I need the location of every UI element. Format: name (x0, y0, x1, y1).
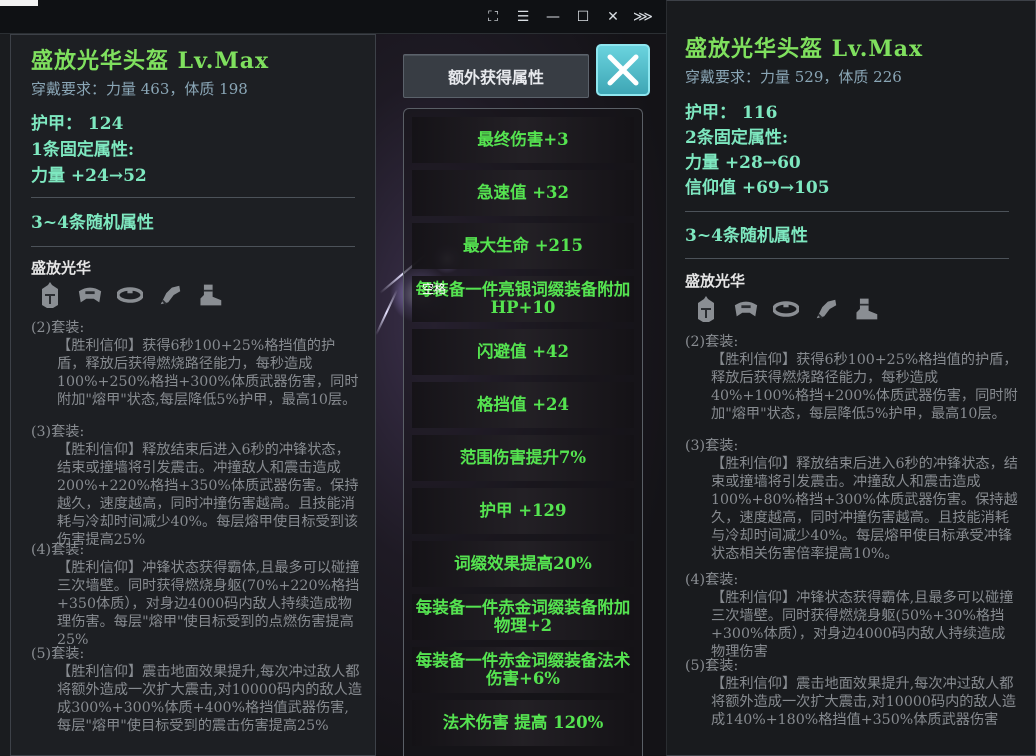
maximize-icon[interactable]: ☐ (570, 6, 596, 28)
minimize-icon[interactable]: — (540, 6, 566, 28)
close-icon (607, 54, 639, 86)
set-bonus-label: (2)套装: (685, 334, 739, 350)
set-bonus-3: (3)套装: 【胜利信仰】释放结束后进入6秒的冲锋状态，结束或撞墙将引发震击。冲… (31, 423, 363, 549)
attribute-item: 最终伤害+3 (412, 117, 634, 163)
set-bonus-text: 【胜利信仰】获得6秒100+25%格挡值的护盾，释放后获得燃烧路径能力，每秒造成… (57, 338, 359, 408)
item-requirement: 穿戴要求：力量 463，体质 198 (31, 80, 248, 98)
set-bonus-label: (4)套装: (685, 572, 739, 588)
extra-attributes-list[interactable]: 最终伤害+3 急速值 +32 最大生命 +215 每装备一件亮银词缀装备附加HP… (403, 108, 643, 756)
set-name: 盛放光华 (31, 259, 92, 277)
close-button[interactable] (596, 44, 650, 96)
armor-stat: 护甲： 124 (31, 114, 124, 134)
gauntlet-icon (157, 281, 183, 309)
set-bonus-5: (5)套装: 【胜利信仰】震击地面效果提升,每次冲过敌人都将额外造成一次扩大震击… (685, 657, 1019, 729)
set-bonus-2: (2)套装: 【胜利信仰】获得6秒100+25%格挡值的护盾，释放后获得燃烧路径… (685, 333, 1019, 423)
item-requirement: 穿戴要求：力量 529，体质 226 (685, 68, 902, 86)
set-bonus-label: (3)套装: (685, 438, 739, 454)
close-window-icon[interactable]: ✕ (600, 6, 626, 28)
set-bonus-4: (4)套装: 【胜利信仰】冲锋状态获得霸体,且最多可以碰撞三次墙壁。同时获得燃烧… (31, 541, 363, 649)
set-bonus-text: 【胜利信仰】释放结束后进入6秒的冲锋状态，结束或撞墙将引发震击。冲撞敌人和震击造… (57, 442, 359, 548)
hotkey-tooltip: 空格 (422, 282, 447, 296)
attribute-item: 护甲 +129 (412, 488, 634, 534)
helmet-icon (37, 281, 63, 309)
random-attr-header: 3~4条随机属性 (685, 226, 808, 246)
window-controls: ⛶ ☰ — ☐ ✕ ⋙ (480, 6, 656, 28)
fixed-count: 2条固定属性: (685, 128, 789, 148)
set-bonus-label: (4)套装: (31, 542, 85, 558)
item-name: 盛放光华头盔 Lv.Max (685, 36, 924, 62)
title-bar-strip (0, 0, 38, 6)
boots-icon (197, 281, 223, 309)
divider (685, 258, 1009, 259)
set-bonus-label: (2)套装: (31, 320, 85, 336)
attribute-item: 词缀效果提高20% (412, 541, 634, 587)
set-bonus-text: 【胜利信仰】冲锋状态获得霸体,且最多可以碰撞三次墙壁。同时获得燃烧身躯(70%+… (57, 560, 360, 648)
set-bonus-text: 【胜利信仰】震击地面效果提升,每次冲过敌人都将额外造成一次扩大震击,对10000… (711, 676, 1017, 728)
belt-icon (117, 281, 143, 309)
gauntlet-icon (813, 295, 839, 323)
attribute-item: 每装备一件赤金词缀装备附加物理+2 (412, 594, 634, 640)
attribute-item: 法术伤害 提高 120% (412, 700, 634, 746)
set-piece-icons (693, 295, 879, 323)
item-tooltip-right: 盛放光华头盔 Lv.Max 穿戴要求：力量 529，体质 226 护甲： 116… (666, 0, 1036, 756)
set-bonus-text: 【胜利信仰】冲锋状态获得霸体,且最多可以碰撞三次墙壁。同时获得燃烧身躯(50%+… (711, 590, 1014, 660)
divider (31, 246, 355, 247)
boots-icon (853, 295, 879, 323)
fixed-stat: 力量 +24→52 (31, 166, 147, 186)
shoulder-armor-icon (77, 281, 103, 309)
set-name: 盛放光华 (685, 272, 746, 290)
set-bonus-text: 【胜利信仰】释放结束后进入6秒的冲锋状态，结束或撞墙将引发震击。冲撞敌人和震击造… (711, 456, 1018, 562)
divider (31, 197, 355, 198)
fixed-stat: 力量 +28→60 (685, 153, 801, 173)
extra-attributes-tab[interactable]: 额外获得属性 (403, 54, 589, 98)
belt-icon (773, 295, 799, 323)
menu-icon[interactable]: ☰ (510, 6, 536, 28)
armor-stat: 护甲： 116 (685, 103, 778, 123)
attribute-item: 急速值 +32 (412, 170, 634, 216)
helmet-icon (693, 295, 719, 323)
set-bonus-4: (4)套装: 【胜利信仰】冲锋状态获得霸体,且最多可以碰撞三次墙壁。同时获得燃烧… (685, 571, 1019, 661)
set-bonus-2: (2)套装: 【胜利信仰】获得6秒100+25%格挡值的护盾，释放后获得燃烧路径… (31, 319, 363, 409)
attribute-item: 每装备一件赤金词缀装备法术伤害+6% (412, 647, 634, 693)
light-streak (375, 289, 399, 336)
attribute-item: 最大生命 +215 (412, 223, 634, 269)
set-piece-icons (37, 281, 223, 309)
fixed-count: 1条固定属性: (31, 140, 135, 160)
set-bonus-text: 【胜利信仰】获得6秒100+25%格挡值的护盾，释放后获得燃烧路径能力，每秒造成… (711, 352, 1018, 422)
attribute-item: 格挡值 +24 (412, 382, 634, 428)
set-bonus-label: (5)套装: (685, 658, 739, 674)
screenshot-icon[interactable]: ⛶ (480, 6, 506, 28)
fixed-stat: 信仰值 +69→105 (685, 178, 830, 198)
attribute-item: 闪避值 +42 (412, 329, 634, 375)
set-bonus-label: (5)套装: (31, 646, 85, 662)
expand-icon[interactable]: ⋙ (630, 6, 656, 28)
set-bonus-text: 【胜利信仰】震击地面效果提升,每次冲过敌人都将额外造成一次扩大震击,对10000… (57, 664, 363, 734)
divider (685, 211, 1009, 212)
random-attr-header: 3~4条随机属性 (31, 213, 154, 233)
shoulder-armor-icon (733, 295, 759, 323)
item-name: 盛放光华头盔 Lv.Max (31, 48, 270, 74)
window-title-bar: ⛶ ☰ — ☐ ✕ ⋙ (0, 0, 666, 34)
set-bonus-5: (5)套装: 【胜利信仰】震击地面效果提升,每次冲过敌人都将额外造成一次扩大震击… (31, 645, 363, 735)
set-bonus-label: (3)套装: (31, 424, 85, 440)
item-tooltip-left: 盛放光华头盔 Lv.Max 穿戴要求：力量 463，体质 198 护甲： 124… (10, 34, 376, 756)
attribute-item: 范围伤害提升7% (412, 435, 634, 481)
set-bonus-3: (3)套装: 【胜利信仰】释放结束后进入6秒的冲锋状态，结束或撞墙将引发震击。冲… (685, 437, 1019, 563)
